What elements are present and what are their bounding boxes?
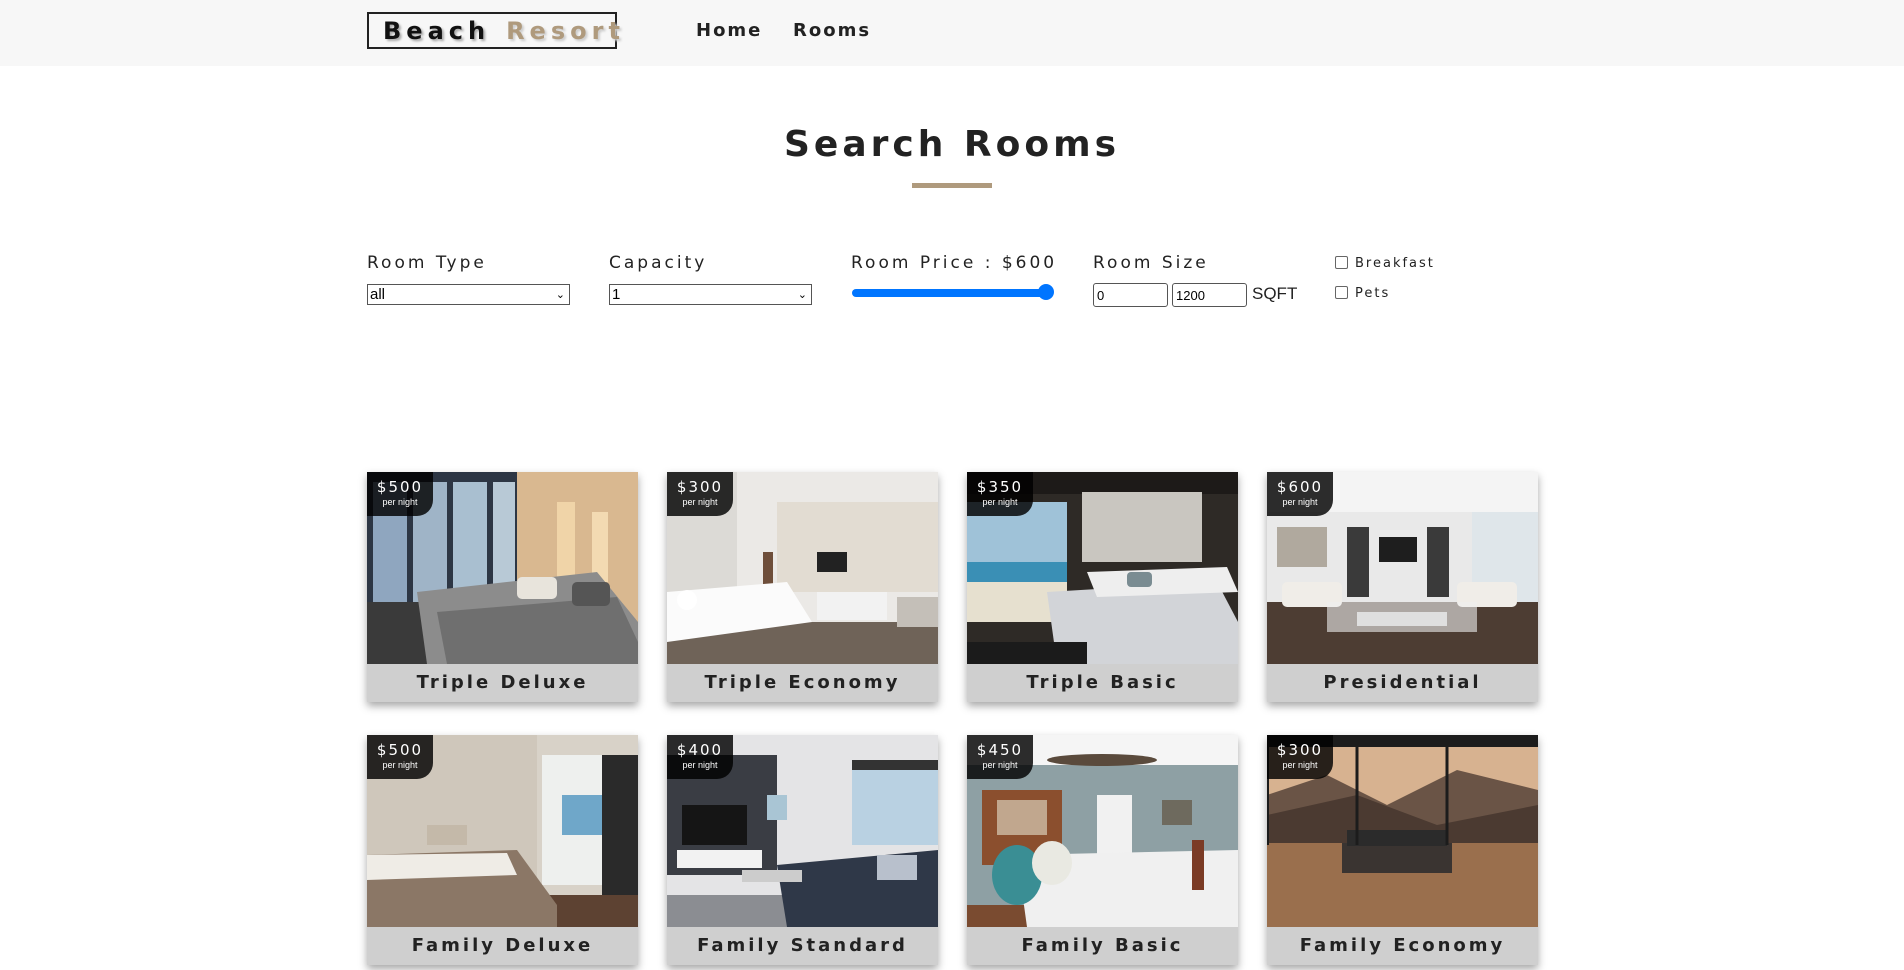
price-slider-thumb[interactable] xyxy=(1038,284,1054,300)
price-amount: $600 xyxy=(1276,478,1324,496)
price-per: per night xyxy=(382,760,418,770)
room-card-triple-basic[interactable]: $350 per night Triple Basic xyxy=(967,472,1238,702)
room-name: Family Standard xyxy=(667,927,938,965)
room-name: Family Economy xyxy=(1267,927,1538,965)
room-name: Family Basic xyxy=(967,927,1238,965)
price-per: per night xyxy=(382,497,418,507)
breakfast-checkbox[interactable] xyxy=(1335,256,1348,269)
price-slider-track[interactable] xyxy=(852,289,1052,297)
nav-link-rooms[interactable]: Rooms xyxy=(793,20,871,41)
breakfast-label: Breakfast xyxy=(1355,256,1435,271)
room-card-triple-deluxe[interactable]: $500 per night Triple Deluxe xyxy=(367,472,638,702)
price-badge: $500 per night xyxy=(367,735,433,779)
price-badge: $450 per night xyxy=(967,735,1033,779)
price-badge: $500 per night xyxy=(367,472,433,516)
price-amount: $500 xyxy=(376,741,424,759)
price-amount: $500 xyxy=(376,478,424,496)
capacity-select[interactable]: 1 ⌄ xyxy=(609,284,812,305)
room-name: Triple Basic xyxy=(967,664,1238,702)
room-type-label: Room Type xyxy=(367,253,487,273)
room-card-family-standard[interactable]: $400 per night Family Standard xyxy=(667,735,938,965)
price-per: per night xyxy=(1282,760,1318,770)
chevron-down-icon: ⌄ xyxy=(797,289,807,301)
price-amount: $450 xyxy=(976,741,1024,759)
price-badge: $600 per night xyxy=(1267,472,1333,516)
price-badge: $350 per night xyxy=(967,472,1033,516)
pets-checkbox[interactable] xyxy=(1335,286,1348,299)
price-amount: $400 xyxy=(676,741,724,759)
title-underline xyxy=(912,183,992,188)
price-per: per night xyxy=(982,497,1018,507)
logo[interactable]: Beach Resort xyxy=(367,12,620,49)
capacity-value: 1 xyxy=(612,286,621,303)
price-per: per night xyxy=(1282,497,1318,507)
price-amount: $300 xyxy=(676,478,724,496)
page-title: Search Rooms xyxy=(783,124,1121,165)
price-per: per night xyxy=(682,497,718,507)
room-name: Presidential xyxy=(1267,664,1538,702)
min-size-input[interactable] xyxy=(1093,283,1168,307)
navbar: Beach Resort Home Rooms xyxy=(0,0,1904,66)
room-card-family-deluxe[interactable]: $500 per night Family Deluxe xyxy=(367,735,638,965)
price-label: Room Price : $600 xyxy=(851,253,1058,273)
nav-link-home[interactable]: Home xyxy=(696,20,762,41)
size-unit: SQFT xyxy=(1252,284,1298,303)
price-badge: $300 per night xyxy=(1267,735,1333,779)
room-type-value: all xyxy=(370,286,386,303)
price-badge: $400 per night xyxy=(667,735,733,779)
logo-word-beach: Beach xyxy=(383,16,491,45)
price-badge: $300 per night xyxy=(667,472,733,516)
room-card-family-economy[interactable]: $300 per night Family Economy xyxy=(1267,735,1538,965)
room-name: Family Deluxe xyxy=(367,927,638,965)
room-type-select[interactable]: all ⌄ xyxy=(367,284,570,305)
price-per: per night xyxy=(982,760,1018,770)
pets-label: Pets xyxy=(1355,286,1391,301)
price-per: per night xyxy=(682,760,718,770)
room-card-presidential[interactable]: $600 per night Presidential xyxy=(1267,472,1538,702)
room-card-triple-economy[interactable]: $300 per night Triple Economy xyxy=(667,472,938,702)
room-name: Triple Economy xyxy=(667,664,938,702)
room-name: Triple Deluxe xyxy=(367,664,638,702)
room-size-label: Room Size xyxy=(1093,253,1209,273)
chevron-down-icon: ⌄ xyxy=(555,289,565,301)
logo-word-resort: Resort xyxy=(506,16,625,45)
price-amount: $350 xyxy=(976,478,1024,496)
capacity-label: Capacity xyxy=(609,253,708,273)
room-card-family-basic[interactable]: $450 per night Family Basic xyxy=(967,735,1238,965)
max-size-input[interactable] xyxy=(1172,283,1247,307)
price-amount: $300 xyxy=(1276,741,1324,759)
